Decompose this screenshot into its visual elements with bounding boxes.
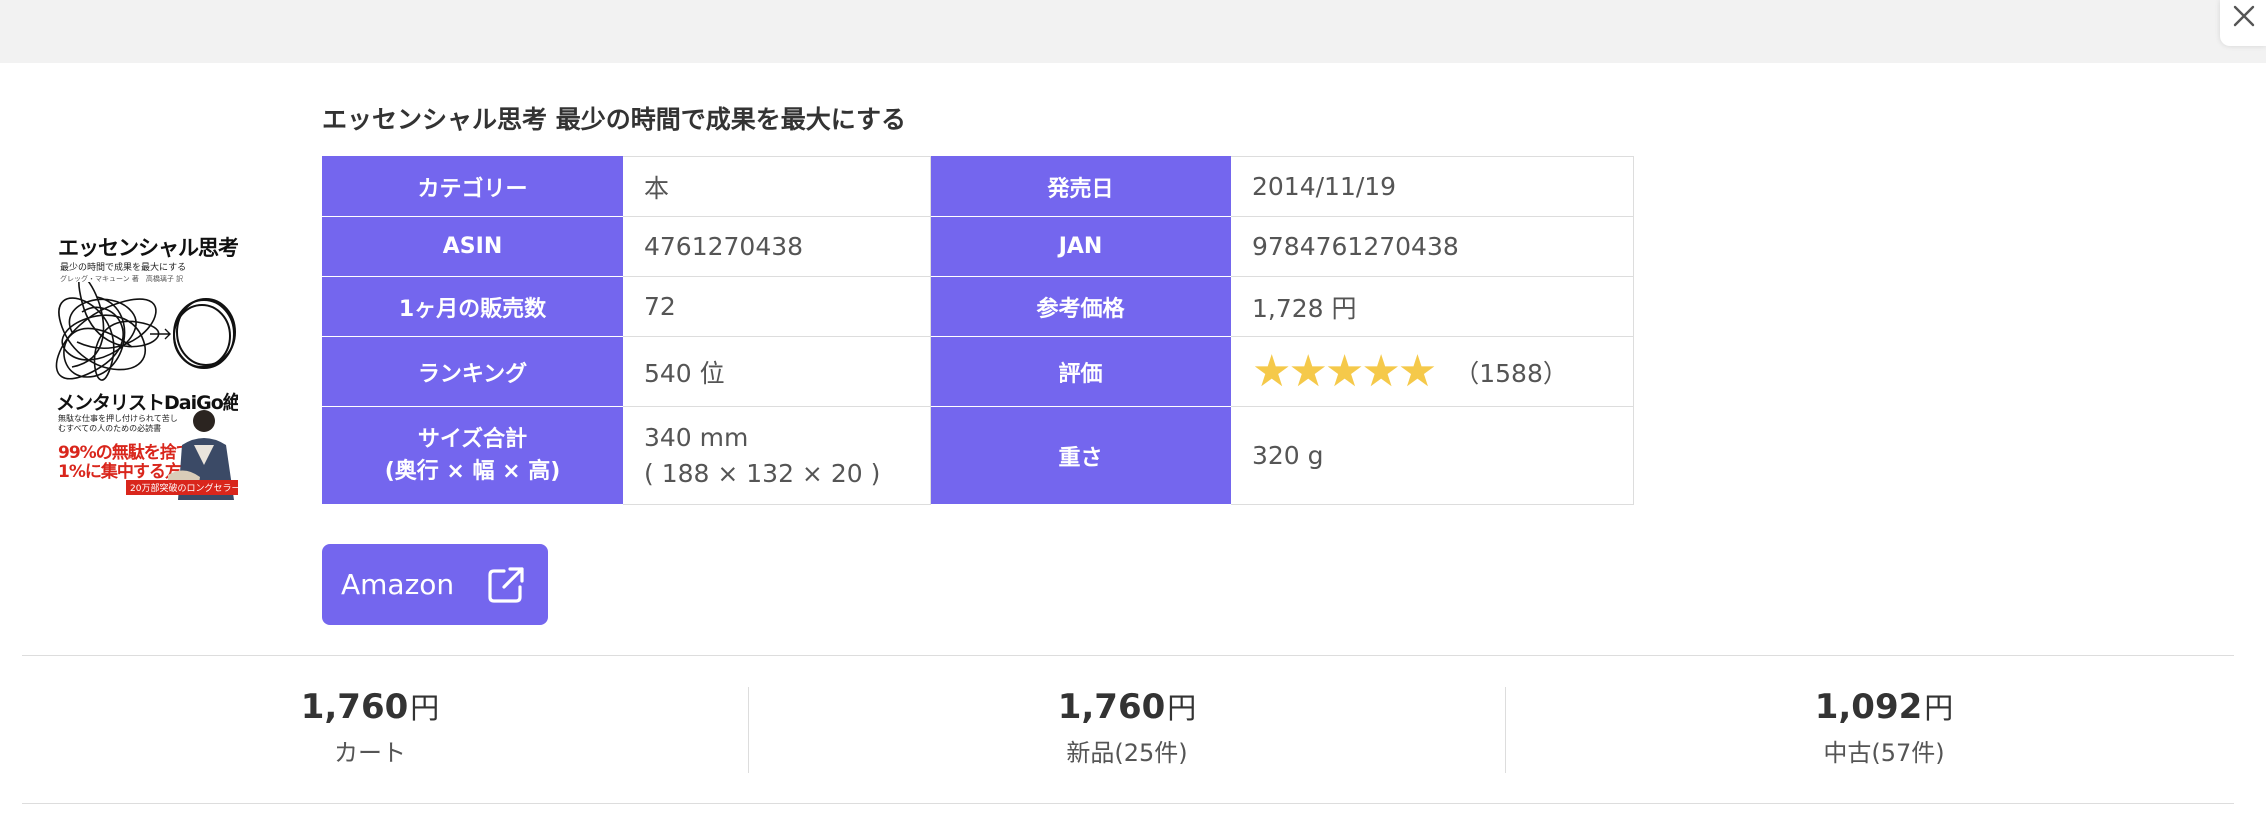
scribble-illustration [55, 282, 236, 381]
price-new: 1,760円 新品(25件) [1057, 685, 1197, 768]
divider [22, 655, 2234, 656]
size-label-line1: サイズ合計 [417, 426, 528, 452]
price-amount: 1,760 [1057, 687, 1166, 727]
price-unit: 円 [1924, 691, 1954, 725]
price-cart: 1,760円 カート [300, 685, 440, 768]
cover-title: エッセンシャル思考 [58, 236, 238, 260]
category-label: カテゴリー [322, 156, 623, 217]
table-row: ASIN 4761270438 JAN 9784761270438 [322, 216, 1634, 277]
price-amount: 1,760 [300, 687, 409, 727]
size-value: 340 mm ( 188 × 132 × 20 ) [622, 406, 931, 505]
rating-stars-icon: ★★★★★ [1252, 346, 1437, 397]
price-amount: 1,092 [1814, 687, 1923, 727]
release-date-value: 2014/11/19 [1230, 156, 1634, 217]
size-label-line2: (奥行 × 幅 × 高) [384, 458, 561, 484]
reference-price-label: 参考価格 [930, 276, 1231, 337]
divider [748, 687, 749, 773]
cover-tagline: 無駄な仕事を押し付けられて苦しむすべての人のための必読書 [58, 414, 178, 433]
weight-label: 重さ [930, 406, 1231, 505]
top-bar [0, 0, 2266, 63]
rating-value: ★★★★★ （1588） [1230, 336, 1634, 407]
divider [1505, 687, 1506, 773]
book-cover-image[interactable]: エッセンシャル思考 最少の時間で成果を最大にする グレッグ・マキューン 著 高橋… [52, 220, 238, 500]
cover-band: 20万部突破のロングセラー [126, 480, 238, 495]
rating-label: 評価 [930, 336, 1231, 407]
product-spec-table: カテゴリー 本 発売日 2014/11/19 ASIN 4761270438 J… [322, 156, 1634, 505]
rating-count: （1588） [1454, 358, 1568, 388]
cover-subtitle: 最少の時間で成果を最大にする [60, 263, 187, 273]
size-value-line2: ( 188 × 132 × 20 ) [644, 458, 881, 488]
price-used: 1,092円 中古(57件) [1814, 685, 1954, 768]
close-icon [2233, 5, 2255, 27]
external-link-icon [488, 567, 524, 603]
amazon-button-label: Amazon [341, 568, 455, 601]
price-unit: 円 [410, 691, 440, 725]
table-row: サイズ合計 (奥行 × 幅 × 高) 340 mm ( 188 × 132 × … [322, 406, 1634, 505]
price-label: カート [334, 739, 406, 767]
jan-label: JAN [930, 216, 1231, 277]
reference-price-value: 1,728 円 [1230, 276, 1634, 337]
monthly-sales-value: 72 [622, 276, 931, 337]
amazon-button[interactable]: Amazon [322, 544, 548, 625]
table-row: ランキング 540 位 評価 ★★★★★ （1588） [322, 336, 1634, 407]
close-button[interactable] [2220, 0, 2266, 46]
monthly-sales-label: 1ヶ月の販売数 [322, 276, 623, 337]
table-row: 1ヶ月の販売数 72 参考価格 1,728 円 [322, 276, 1634, 337]
weight-value: 320 g [1230, 406, 1634, 505]
category-value: 本 [622, 156, 931, 217]
price-label: 中古(57件) [1823, 739, 1945, 767]
size-label: サイズ合計 (奥行 × 幅 × 高) [322, 406, 623, 505]
asin-label: ASIN [322, 216, 623, 277]
ranking-label: ランキング [322, 336, 623, 407]
price-unit: 円 [1167, 691, 1197, 725]
jan-value: 9784761270438 [1230, 216, 1634, 277]
divider [22, 803, 2234, 804]
size-value-line1: 340 mm [644, 422, 749, 452]
price-label: 新品(25件) [1066, 739, 1188, 767]
release-date-label: 発売日 [930, 156, 1231, 217]
table-row: カテゴリー 本 発売日 2014/11/19 [322, 156, 1634, 217]
asin-value: 4761270438 [622, 216, 931, 277]
product-title: エッセンシャル思考 最少の時間で成果を最大にする [322, 105, 906, 134]
ranking-value: 540 位 [622, 336, 931, 407]
